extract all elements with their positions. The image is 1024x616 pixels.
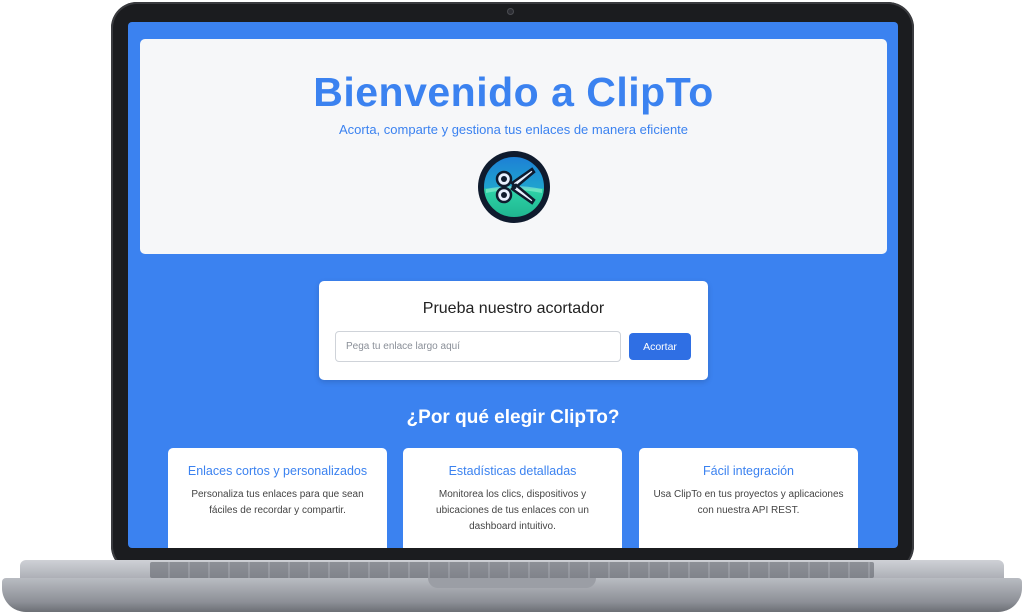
features-heading: ¿Por qué elegir ClipTo? xyxy=(406,407,620,428)
shortener-heading: Prueba nuestro acortador xyxy=(422,300,605,317)
scissors-icon xyxy=(478,151,550,223)
laptop-keyboard xyxy=(150,562,874,578)
laptop-screen: Bienvenido a ClipTo Acorta, comparte y g… xyxy=(128,22,898,548)
feature-card-title: Estadísticas detalladas xyxy=(448,464,577,478)
shorten-button[interactable]: Acortar xyxy=(629,333,691,360)
feature-card: Fácil integración Usa ClipTo en tus proy… xyxy=(639,448,858,548)
feature-card-title: Fácil integración xyxy=(702,464,794,478)
feature-card-description: Usa ClipTo en tus proyectos y aplicacion… xyxy=(653,489,844,516)
url-input[interactable] xyxy=(335,331,621,362)
laptop-notch xyxy=(428,578,596,588)
page-title: Bienvenido a ClipTo xyxy=(313,69,714,115)
feature-card: Enlaces cortos y personalizados Personal… xyxy=(168,448,387,548)
shortener-panel: Prueba nuestro acortador Acortar xyxy=(319,281,708,380)
feature-card-description: Personaliza tus enlaces para que sean fá… xyxy=(191,489,364,516)
feature-card: Estadísticas detalladas Monitorea los cl… xyxy=(403,448,622,548)
page-subtitle: Acorta, comparte y gestiona tus enlaces … xyxy=(338,122,689,137)
feature-card-title: Enlaces cortos y personalizados xyxy=(187,464,368,478)
feature-card-description: Monitorea los clics, dispositivos y ubic… xyxy=(436,489,589,532)
hero-panel: Bienvenido a ClipTo Acorta, comparte y g… xyxy=(140,39,887,254)
webcam xyxy=(507,8,514,15)
